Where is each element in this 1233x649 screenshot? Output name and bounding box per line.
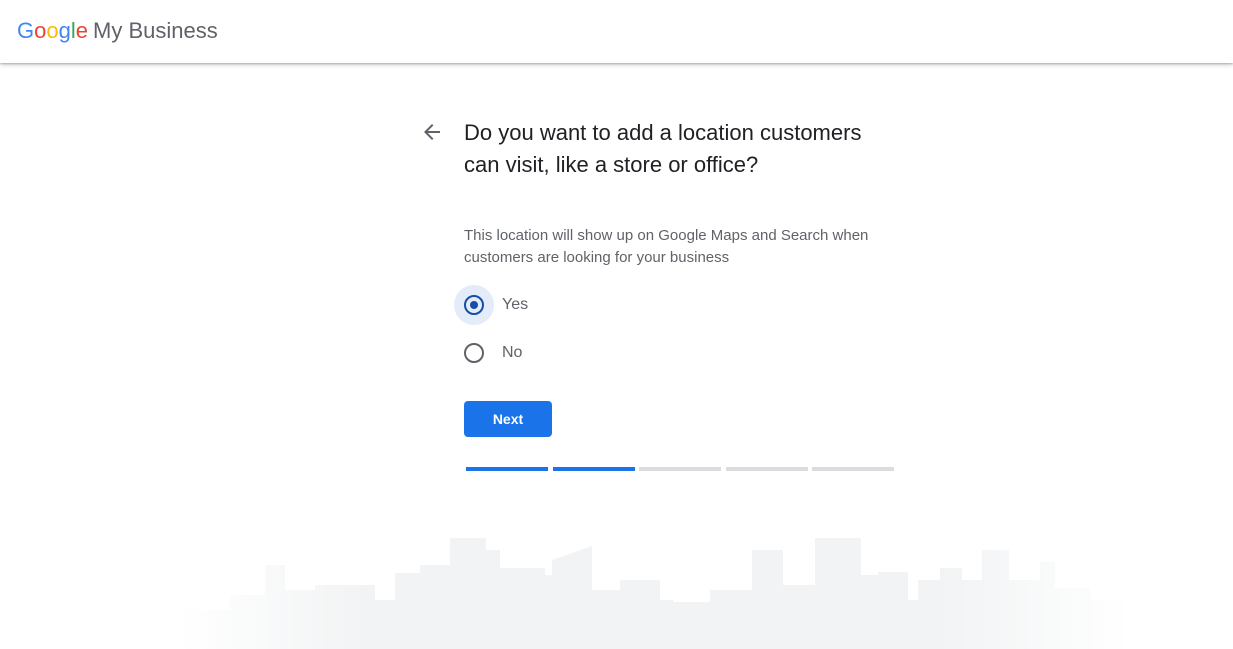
google-my-business-logo[interactable]: Google My Business: [17, 17, 218, 45]
radio-option-no[interactable]: No: [454, 333, 654, 373]
logo-product-name: My Business: [93, 18, 218, 43]
top-app-bar: Google My Business: [0, 0, 1233, 63]
progress-segment: [639, 467, 721, 471]
logo-letter: o: [46, 18, 59, 43]
logo-letter: o: [34, 18, 47, 43]
progress-segment: [725, 467, 808, 471]
radio-button-checked-icon[interactable]: [464, 295, 484, 315]
progress-segment: [812, 467, 894, 471]
logo-letter: e: [75, 18, 89, 43]
radio-dot: [470, 301, 478, 309]
logo-letter: g: [58, 18, 71, 43]
arrow-left-icon: [424, 124, 440, 140]
back-button[interactable]: [420, 120, 444, 144]
next-button[interactable]: Next: [464, 401, 552, 437]
page-subtitle: This location will show up on Google Map…: [464, 227, 869, 266]
progress-segment: [466, 467, 548, 471]
radio-button-unchecked-icon[interactable]: [464, 343, 484, 363]
radio-label-yes: Yes: [502, 296, 529, 313]
progress-indicator: [466, 467, 896, 471]
page-title: Do you want to add a location customers …: [464, 120, 862, 177]
radio-label-no: No: [502, 344, 523, 361]
progress-segment: [552, 467, 635, 471]
city-skyline-illustration: [180, 538, 1130, 649]
logo-letter: G: [17, 18, 35, 43]
radio-option-yes[interactable]: Yes: [454, 285, 654, 325]
